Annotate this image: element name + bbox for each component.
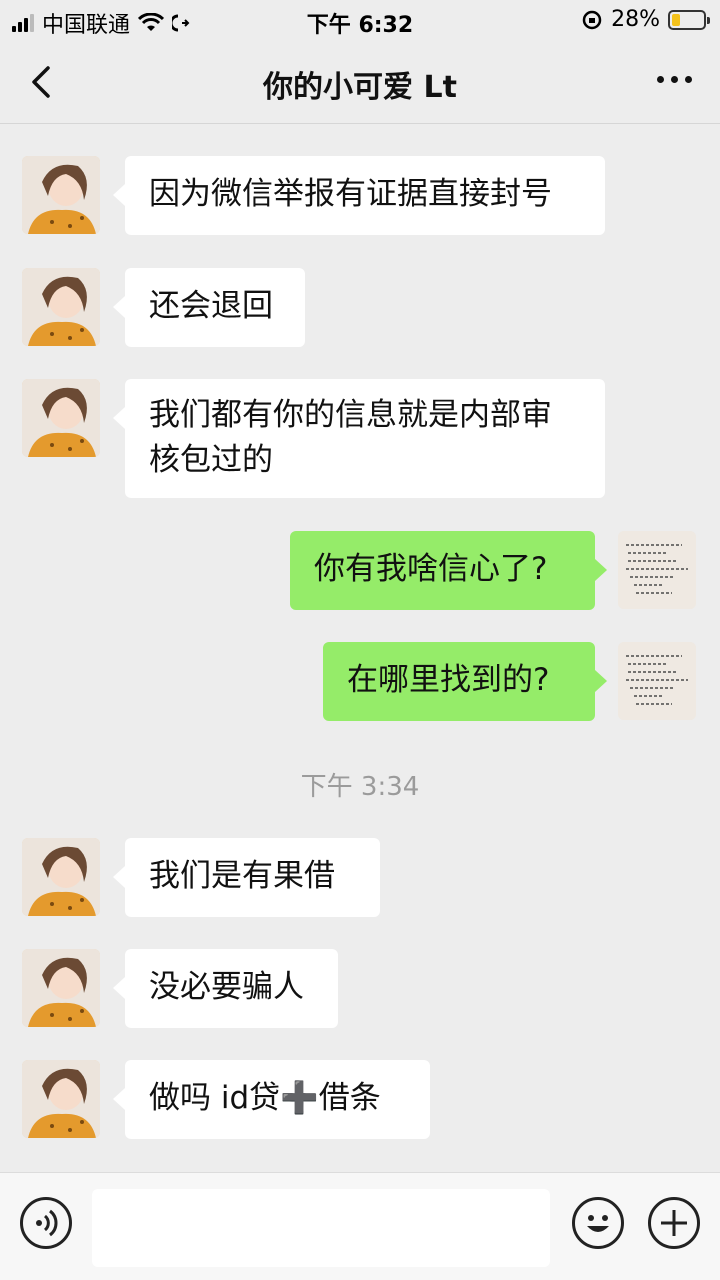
avatar-image [22, 949, 100, 1027]
chat-header: 你的小可爱 Lt [0, 40, 720, 124]
message-bubble-out[interactable]: 在哪里找到的? [323, 642, 607, 721]
more-dots-icon[interactable] [657, 76, 692, 83]
avatar-image [22, 268, 100, 346]
contact-avatar[interactable] [22, 1060, 100, 1138]
message-bubble-in[interactable]: 我们都有你的信息就是内部审核包过的 [113, 379, 605, 498]
orientation-lock-icon [582, 10, 602, 29]
plus-glyph [661, 1210, 687, 1236]
contact-avatar[interactable] [22, 949, 100, 1027]
voice-waves [36, 1209, 58, 1237]
battery-fill [672, 13, 680, 26]
battery-icon [668, 9, 710, 30]
chat-timestamp: 下午 3:34 [300, 772, 420, 802]
avatar-image [22, 379, 100, 457]
message-bubble-in[interactable]: 因为微信举报有证据直接封号 [113, 156, 605, 235]
avatar-image [22, 1060, 100, 1138]
avatar-image [618, 531, 696, 609]
message-bubble-out[interactable]: 你有我啥信心了? [290, 531, 607, 610]
message-input[interactable] [92, 1189, 550, 1267]
self-avatar[interactable] [618, 642, 696, 720]
plus-icon[interactable] [648, 1197, 700, 1249]
self-avatar[interactable] [618, 531, 696, 609]
contact-avatar[interactable] [22, 268, 100, 346]
contact-avatar[interactable] [22, 379, 100, 457]
message-bubble-in[interactable]: 做吗 id贷➕借条 [113, 1060, 430, 1139]
input-bar [0, 1172, 720, 1280]
contact-avatar[interactable] [22, 838, 100, 916]
chat-title: 你的小可爱 Lt [263, 70, 457, 105]
message-bubble-in[interactable]: 还会退回 [113, 268, 305, 347]
emoji-face [587, 1215, 609, 1232]
avatar-image [22, 156, 100, 234]
avatar-image [22, 838, 100, 916]
emoji-icon[interactable] [572, 1197, 624, 1249]
voice-icon[interactable] [20, 1197, 72, 1249]
avatar-image [618, 642, 696, 720]
contact-avatar[interactable] [22, 156, 100, 234]
message-bubble-in[interactable]: 没必要骗人 [113, 949, 338, 1028]
message-bubble-in[interactable]: 我们是有果借 [113, 838, 380, 917]
battery-percent: 28% [611, 7, 660, 32]
status-right: 28% [581, 7, 710, 32]
status-bar: 中国联通 下午 6:32 28% [0, 0, 720, 40]
